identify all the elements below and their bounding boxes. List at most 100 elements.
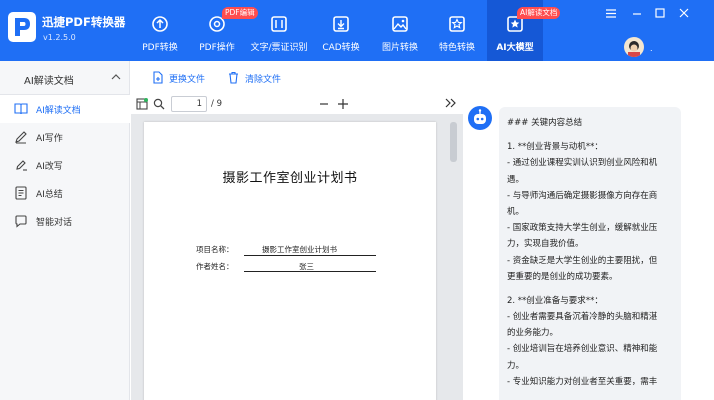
file-toolbar: 更换文件 清除文件	[131, 61, 714, 94]
star-icon	[449, 16, 465, 32]
underline	[244, 271, 376, 272]
maximize-icon	[655, 8, 665, 18]
minimize-button[interactable]	[630, 8, 644, 22]
trash-icon	[229, 71, 238, 84]
refresh-icon	[152, 16, 168, 32]
author-name-label: 作者姓名：	[196, 262, 234, 271]
ai-panel: ### 关键内容总结 1. **创业背景与动机**： - 通过创业课程实训认识到创业…	[463, 94, 714, 400]
edit-icon	[16, 160, 27, 171]
ai-line: - 国家政策支持大学生创业，缓解就业压	[507, 223, 658, 234]
ai-line: 的业务能力。	[507, 328, 559, 339]
vertical-scrollbar[interactable]	[450, 122, 457, 162]
chat-icon	[15, 215, 27, 228]
tab-special-convert[interactable]: 特色转换	[433, 0, 481, 61]
ai-line: - 创业者需要具备沉着冷静的头脑和精湛	[507, 312, 658, 323]
ai-line: ### 关键内容总结	[507, 118, 583, 128]
tab-image-convert[interactable]: 图片转换	[376, 0, 424, 61]
ai-line: - 创业培训旨在培养创业意识、精神和能	[507, 344, 658, 355]
minimize-icon	[633, 13, 641, 15]
double-chevron-right-icon[interactable]	[444, 97, 458, 109]
ai-line: 更重要的是创业的成功要素。	[507, 271, 618, 282]
ai-avatar	[468, 106, 492, 130]
file-add-icon	[153, 71, 163, 84]
ai-response-text: ### 关键内容总结 1. **创业背景与动机**： - 通过创业课程实训认识到创业…	[507, 115, 673, 390]
search-icon[interactable]	[153, 98, 165, 110]
book-icon	[14, 103, 28, 115]
app-name: 迅捷PDF转换器	[42, 15, 126, 29]
ai-line-gap	[507, 285, 673, 293]
zoom-in-icon[interactable]	[337, 98, 349, 110]
clear-file-button[interactable]: 清除文件	[227, 71, 297, 85]
sidebar-item-ai-rewrite[interactable]: AI改写	[0, 151, 130, 179]
ai-line: - 资金缺乏是大学生创业的主要阻扰，但	[507, 255, 658, 266]
ai-line: - 专业知识能力对创业者至关重要，需丰	[507, 376, 658, 387]
pdf-logo-icon	[15, 18, 30, 36]
menu-icon	[606, 9, 616, 18]
user-avatar[interactable]	[624, 37, 644, 57]
document-page: 摄影工作室创业计划书 项目名称： 摄影工作室创业计划书 作者姓名： 张三	[144, 122, 436, 400]
tab-cad-convert[interactable]: CAD转换	[318, 0, 364, 61]
project-name-label: 项目名称：	[196, 245, 234, 254]
document-title: 摄影工作室创业计划书	[222, 171, 358, 186]
sidebar-item-label: 智能对话	[36, 218, 73, 228]
ai-line: - 通过创业课程实训认识到创业风险和机	[507, 158, 658, 169]
ocr-icon	[271, 16, 287, 32]
close-icon	[679, 8, 689, 18]
tab-pdf-convert[interactable]: PDF转换	[136, 0, 184, 61]
user-name: .	[650, 44, 653, 53]
project-name-value: 摄影工作室创业计划书	[262, 245, 337, 254]
replace-file-label: 更换文件	[169, 75, 206, 85]
tab-ocr[interactable]: 文字/票证识别	[247, 0, 311, 61]
sidebar-header[interactable]: AI解读文档	[0, 61, 130, 95]
ai-line: 机。	[507, 206, 525, 217]
tab-label: PDF转换	[142, 43, 178, 53]
sidebar-item-label: AI解读文档	[36, 106, 81, 116]
ai-line: 力。	[507, 360, 525, 371]
app-logo	[8, 12, 36, 42]
replace-file-button[interactable]: 更换文件	[151, 71, 221, 85]
image-icon	[392, 16, 408, 32]
maximize-button[interactable]	[653, 8, 667, 22]
sidebar: AI解读文档 AI解读文档 AI写作 AI改写 AI总结 智能对话	[0, 61, 130, 400]
ai-doc-badge: AI解读文档	[517, 7, 561, 19]
thumbnail-icon[interactable]	[136, 98, 148, 110]
sidebar-item-label: AI改写	[36, 162, 63, 172]
ai-line: 2. **创业准备与要求**：	[507, 295, 603, 306]
tab-label: PDF操作	[199, 43, 235, 53]
ai-response-bubble: ### 关键内容总结 1. **创业背景与动机**： - 通过创业课程实训认识到创业…	[499, 107, 681, 400]
tab-label: 特色转换	[438, 43, 475, 53]
page-total: / 9	[211, 99, 222, 109]
viewer-toolbar: 1 / 9	[131, 94, 463, 114]
tab-label: AI大模型	[496, 43, 534, 53]
sidebar-item-ai-write[interactable]: AI写作	[0, 123, 130, 151]
download-box-icon	[333, 16, 349, 32]
page-number-input[interactable]: 1	[171, 96, 207, 112]
ai-line: 1. **创业背景与动机**：	[507, 142, 603, 153]
document-viewer[interactable]: 摄影工作室创业计划书 项目名称： 摄影工作室创业计划书 作者姓名： 张三	[131, 114, 463, 400]
pen-icon	[15, 131, 27, 144]
app-version: v1.2.5.0	[43, 33, 76, 42]
sidebar-item-ai-doc[interactable]: AI解读文档	[0, 95, 130, 123]
ai-line: 力，实现自我价值。	[507, 239, 584, 250]
sidebar-item-smart-chat[interactable]: 智能对话	[0, 207, 130, 235]
clear-file-label: 清除文件	[245, 75, 282, 85]
tab-label: 文字/票证识别	[250, 43, 308, 53]
sidebar-title: AI解读文档	[24, 76, 74, 87]
menu-button[interactable]	[604, 8, 618, 22]
robot-icon	[474, 109, 486, 124]
zoom-out-icon[interactable]	[319, 99, 329, 109]
sidebar-item-ai-summary[interactable]: AI总结	[0, 179, 130, 207]
sidebar-item-label: AI总结	[36, 190, 63, 200]
ai-line-gap	[507, 131, 673, 139]
ai-line: - 与导师沟通后确定摄影摄像方向存在商	[507, 190, 658, 201]
tab-label: CAD转换	[322, 43, 360, 53]
close-button[interactable]	[677, 8, 691, 22]
chevron-up-icon[interactable]	[111, 73, 121, 81]
tab-label: 图片转换	[381, 43, 418, 53]
document-icon	[15, 186, 27, 200]
top-bar: 迅捷PDF转换器 v1.2.5.0 PDF转换 PDF操作 PDF编辑 文字/票…	[0, 0, 714, 61]
sidebar-item-label: AI写作	[36, 134, 63, 144]
avatar-icon	[628, 41, 640, 57]
underline	[244, 255, 376, 256]
ai-line: 遇。	[507, 174, 525, 185]
